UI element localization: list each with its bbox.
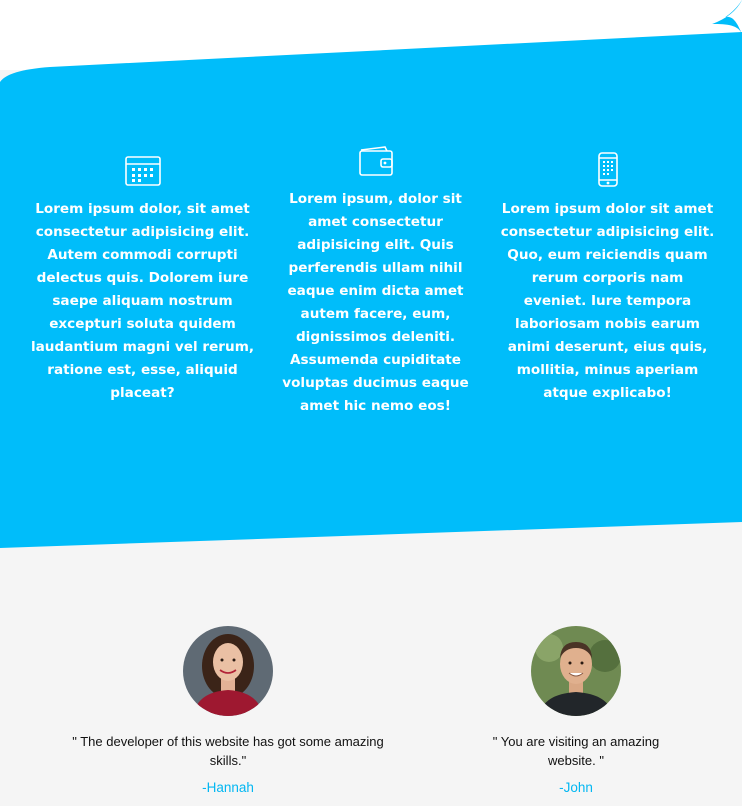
feature-card-smartphone: Lorem ipsum dolor sit amet consectetur a… (500, 152, 715, 405)
testimonial-quote: " You are visiting an amazing website. " (492, 734, 660, 768)
testimonial-hannah: " The developer of this website has got … (48, 626, 408, 795)
man-portrait-icon (531, 626, 621, 716)
calendar-icon (124, 156, 161, 186)
feature-card-wallet: Lorem ipsum, dolor sit amet consectetur … (278, 144, 473, 418)
testimonial-author: -Hannah (202, 780, 254, 795)
feature-text: Lorem ipsum, dolor sit amet consectetur … (282, 191, 469, 414)
feature-text: Lorem ipsum dolor, sit amet consectetur … (30, 201, 255, 401)
feature-text: Lorem ipsum dolor sit amet consectetur a… (500, 201, 715, 401)
testimonial-author: -John (559, 780, 593, 795)
wallet-icon (358, 146, 393, 176)
avatar (183, 626, 273, 716)
avatar (531, 626, 621, 716)
testimonial-quote: " The developer of this website has got … (72, 734, 384, 768)
feature-card-calendar: Lorem ipsum dolor, sit amet consectetur … (30, 154, 255, 405)
woman-portrait-icon (183, 626, 273, 716)
smartphone-icon (597, 152, 618, 187)
testimonial-john: " You are visiting an amazing website. "… (396, 626, 742, 795)
